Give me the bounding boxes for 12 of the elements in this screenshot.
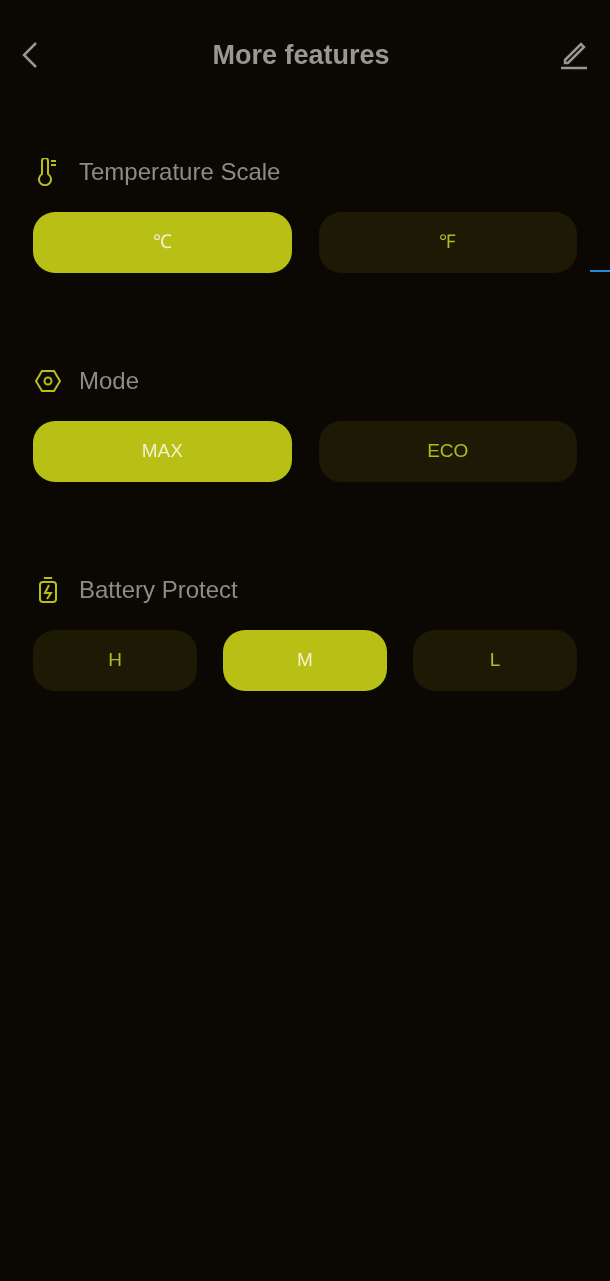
option-button[interactable]: L [413,630,577,691]
option-button[interactable]: ECO [318,421,577,482]
battery-icon [37,576,59,604]
hexagon-icon [34,369,62,393]
section-label: Mode [79,366,140,396]
edge-line [590,270,610,272]
section-label: Temperature Scale [79,157,281,187]
option-button[interactable]: H [33,630,197,691]
page-title: More features [212,38,390,72]
option-button[interactable]: ℉ [318,212,577,273]
section-label: Battery Protect [79,575,238,605]
thermometer-icon [37,158,59,186]
